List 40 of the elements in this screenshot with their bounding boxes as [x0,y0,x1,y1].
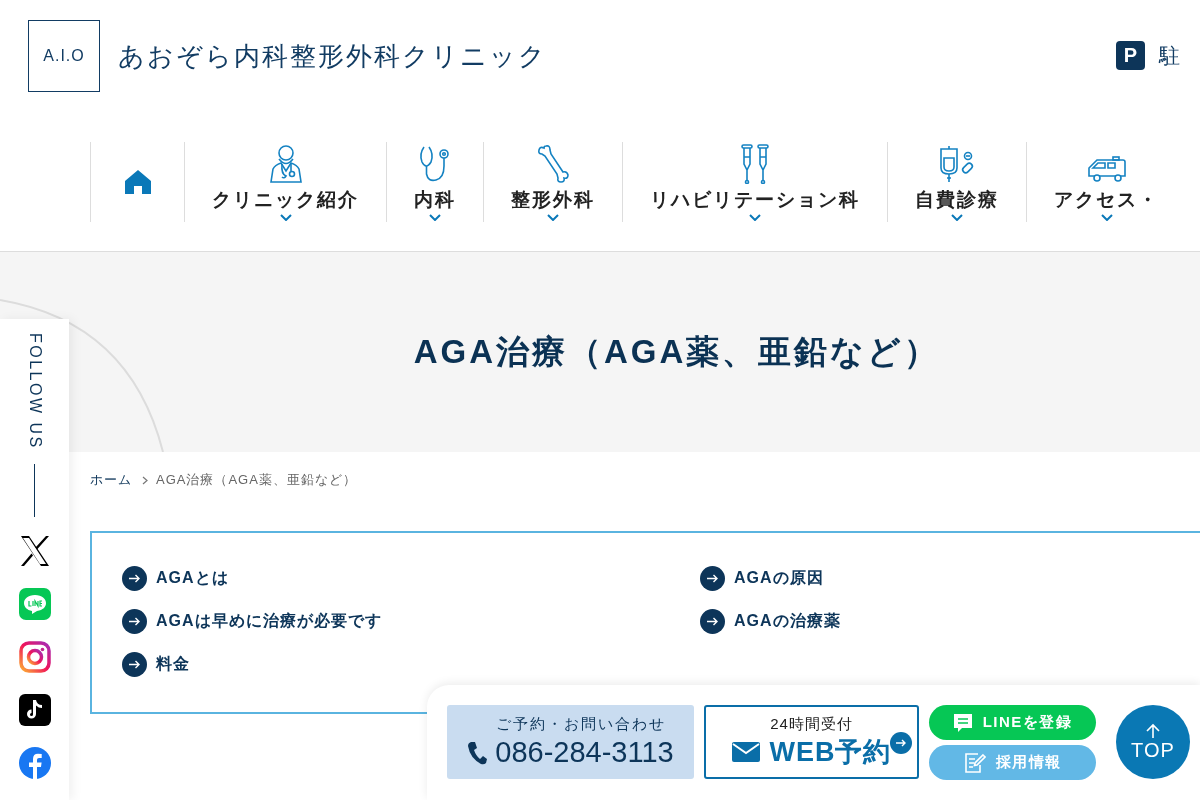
home-icon [123,169,152,195]
toc-link[interactable]: AGAの治療薬 [700,609,841,634]
web-booking-button[interactable]: 24時間受付 WEB予約 [704,705,919,779]
arrow-up-icon [1145,722,1161,739]
chevron-right-icon [142,475,148,485]
parking-link[interactable]: 駐 [1159,41,1183,70]
arrow-right-icon [122,609,147,634]
arrow-right-icon [890,732,912,754]
breadcrumb-link[interactable]: ホーム [90,471,132,489]
nav-item[interactable]: 整形外科 [483,142,622,222]
follow-us-label: FOLLOW US [25,333,44,450]
chat-bubble-icon [952,712,973,733]
music-note-icon[interactable] [18,694,51,726]
parking-icon: P [1116,41,1145,70]
phone-icon [467,740,488,765]
edit-document-icon [963,751,986,774]
mail-icon [731,741,760,762]
logo[interactable]: A.I.O [28,20,100,92]
toc-link[interactable]: AGAとは [122,566,229,591]
nav-item[interactable]: リハビリテーション科 [622,142,887,222]
instagram-logo-icon[interactable] [18,641,51,673]
nav-item[interactable]: 自費診療 [887,142,1026,222]
nav-item[interactable]: クリニック紹介 [184,142,386,222]
nav-item[interactable]: アクセス・ [1026,142,1186,222]
breadcrumb-current: AGA治療（AGA薬、亜鉛など） [156,471,357,489]
toc-link[interactable]: 料金 [122,652,190,677]
arrow-right-icon [700,609,725,634]
arrow-right-icon [122,652,147,677]
arrow-right-icon [700,566,725,591]
facebook-logo-icon[interactable] [18,747,51,779]
clinic-name[interactable]: あおぞら内科整形外科クリニック [118,38,547,74]
nav-item[interactable]: 内科 [386,142,483,222]
arrow-right-icon [122,566,147,591]
back-to-top-button[interactable]: TOP [1116,705,1190,779]
phone-button[interactable]: ご予約・お問い合わせ 086-284-3113 [447,705,694,779]
toc-link[interactable]: AGAの原因 [700,566,824,591]
van-icon [1086,154,1127,184]
toc-link[interactable]: AGAは早めに治療が必要です [122,609,382,634]
x-logo-icon[interactable] [18,535,51,567]
page-title: AGA治療（AGA薬、亜鉛など） [413,331,941,372]
